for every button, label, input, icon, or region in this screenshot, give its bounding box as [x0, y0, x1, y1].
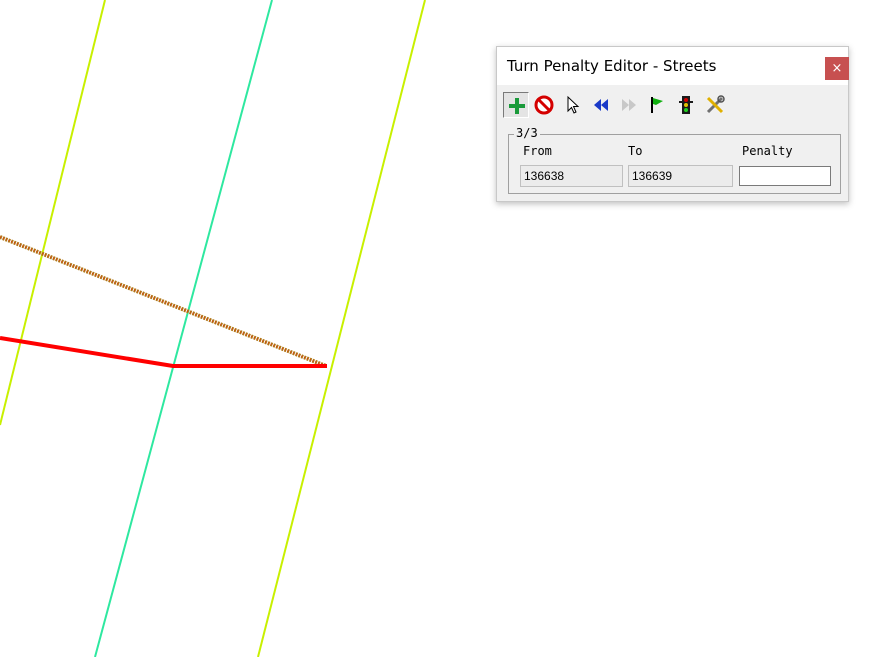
- street-line[interactable]: [94, 0, 273, 657]
- prohibited-icon: [534, 95, 554, 115]
- select-button[interactable]: [560, 92, 586, 118]
- previous-button[interactable]: [588, 92, 614, 118]
- route-line[interactable]: [0, 336, 327, 368]
- fast-forward-icon: [622, 99, 636, 111]
- from-header: From: [523, 144, 552, 158]
- from-field: 136638: [520, 165, 623, 187]
- tools-icon: [706, 95, 725, 114]
- dialog-title: Turn Penalty Editor - Streets: [507, 57, 717, 75]
- flag-button[interactable]: [644, 92, 670, 118]
- flag-icon: [651, 97, 663, 113]
- to-header: To: [628, 144, 643, 158]
- plus-icon: [509, 98, 525, 114]
- traffic-light-icon: [679, 96, 693, 114]
- record-position: 3/3: [514, 126, 540, 140]
- tools-button[interactable]: [702, 92, 728, 118]
- street-line[interactable]: [0, 0, 106, 426]
- next-button[interactable]: [616, 92, 642, 118]
- add-penalty-button[interactable]: [503, 92, 529, 118]
- delete-penalty-button[interactable]: [531, 92, 557, 118]
- traffic-light-button[interactable]: [673, 92, 699, 118]
- turn-penalty-editor-dialog: Turn Penalty Editor - Streets × 3/3 From…: [496, 46, 849, 202]
- penalty-input[interactable]: [739, 166, 831, 186]
- pointer-arrow-icon: [567, 95, 580, 114]
- penalty-header: Penalty: [742, 144, 793, 158]
- title-bar[interactable]: Turn Penalty Editor - Streets ×: [497, 47, 849, 85]
- close-button[interactable]: ×: [825, 57, 849, 80]
- rewind-icon: [594, 99, 608, 111]
- street-line[interactable]: [257, 0, 426, 657]
- to-field: 136639: [628, 165, 733, 187]
